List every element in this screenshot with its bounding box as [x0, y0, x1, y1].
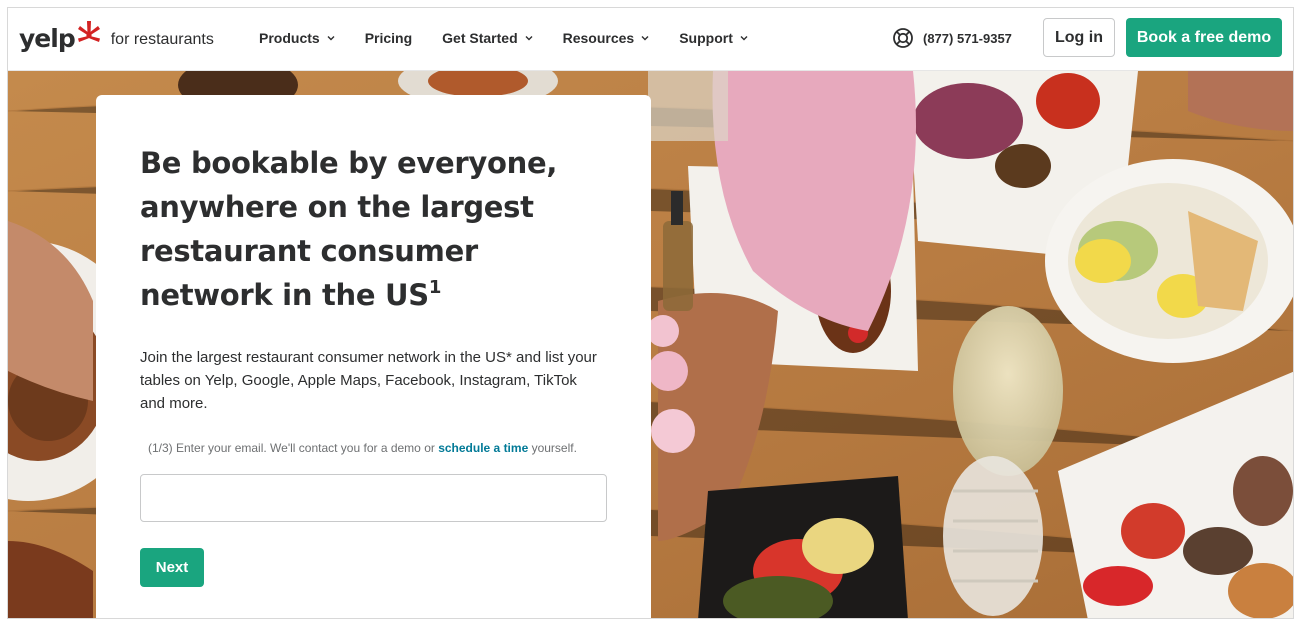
- footnote-mark: 1: [428, 277, 442, 298]
- main-nav: Products Pricing Get Started Resources S…: [259, 30, 778, 46]
- yelp-burst-icon: [77, 21, 100, 42]
- signup-card: Be bookable by everyone, anywhere on the…: [96, 95, 651, 618]
- yelp-logo[interactable]: yelp for restaurants: [19, 21, 214, 55]
- phone-contact[interactable]: (877) 571-9357: [892, 27, 1012, 49]
- nav-get-started[interactable]: Get Started: [442, 30, 533, 46]
- phone-number: (877) 571-9357: [923, 30, 1012, 46]
- chevron-down-icon: [740, 36, 748, 41]
- nav-resources[interactable]: Resources: [563, 30, 650, 46]
- chevron-down-icon: [327, 36, 335, 41]
- nav-products[interactable]: Products: [259, 30, 335, 46]
- logo-wordmark: yelp: [19, 23, 76, 53]
- nav-pricing[interactable]: Pricing: [365, 30, 412, 46]
- book-demo-button[interactable]: Book a free demo: [1126, 18, 1282, 57]
- step-suffix: yourself.: [528, 441, 577, 455]
- email-input[interactable]: [140, 474, 607, 522]
- next-button[interactable]: Next: [140, 548, 204, 587]
- hero-intro: Join the largest restaurant consumer net…: [140, 349, 597, 412]
- hero-headline: Be bookable by everyone, anywhere on the…: [140, 141, 620, 317]
- page-frame: yelp for restaurants Products Pricing Ge…: [7, 7, 1294, 619]
- step-prefix: (1/3) Enter your email. We'll contact yo…: [148, 441, 439, 455]
- chevron-down-icon: [641, 36, 649, 41]
- site-header: yelp for restaurants Products Pricing Ge…: [8, 8, 1293, 71]
- nav-support-label: Support: [679, 30, 733, 46]
- hero-headline-text: Be bookable by everyone, anywhere on the…: [140, 146, 558, 312]
- logo-subtitle: for restaurants: [110, 31, 214, 48]
- chevron-down-icon: [525, 36, 533, 41]
- nav-resources-label: Resources: [562, 30, 635, 46]
- schedule-time-link[interactable]: schedule a time: [438, 441, 528, 455]
- nav-support[interactable]: Support: [679, 30, 748, 46]
- nav-pricing-label: Pricing: [364, 30, 413, 46]
- nav-get-started-label: Get Started: [442, 30, 518, 46]
- login-button[interactable]: Log in: [1043, 18, 1115, 57]
- step-instructions: (1/3) Enter your email. We'll contact yo…: [148, 441, 577, 455]
- nav-products-label: Products: [259, 30, 320, 46]
- lifebuoy-icon: [893, 28, 913, 48]
